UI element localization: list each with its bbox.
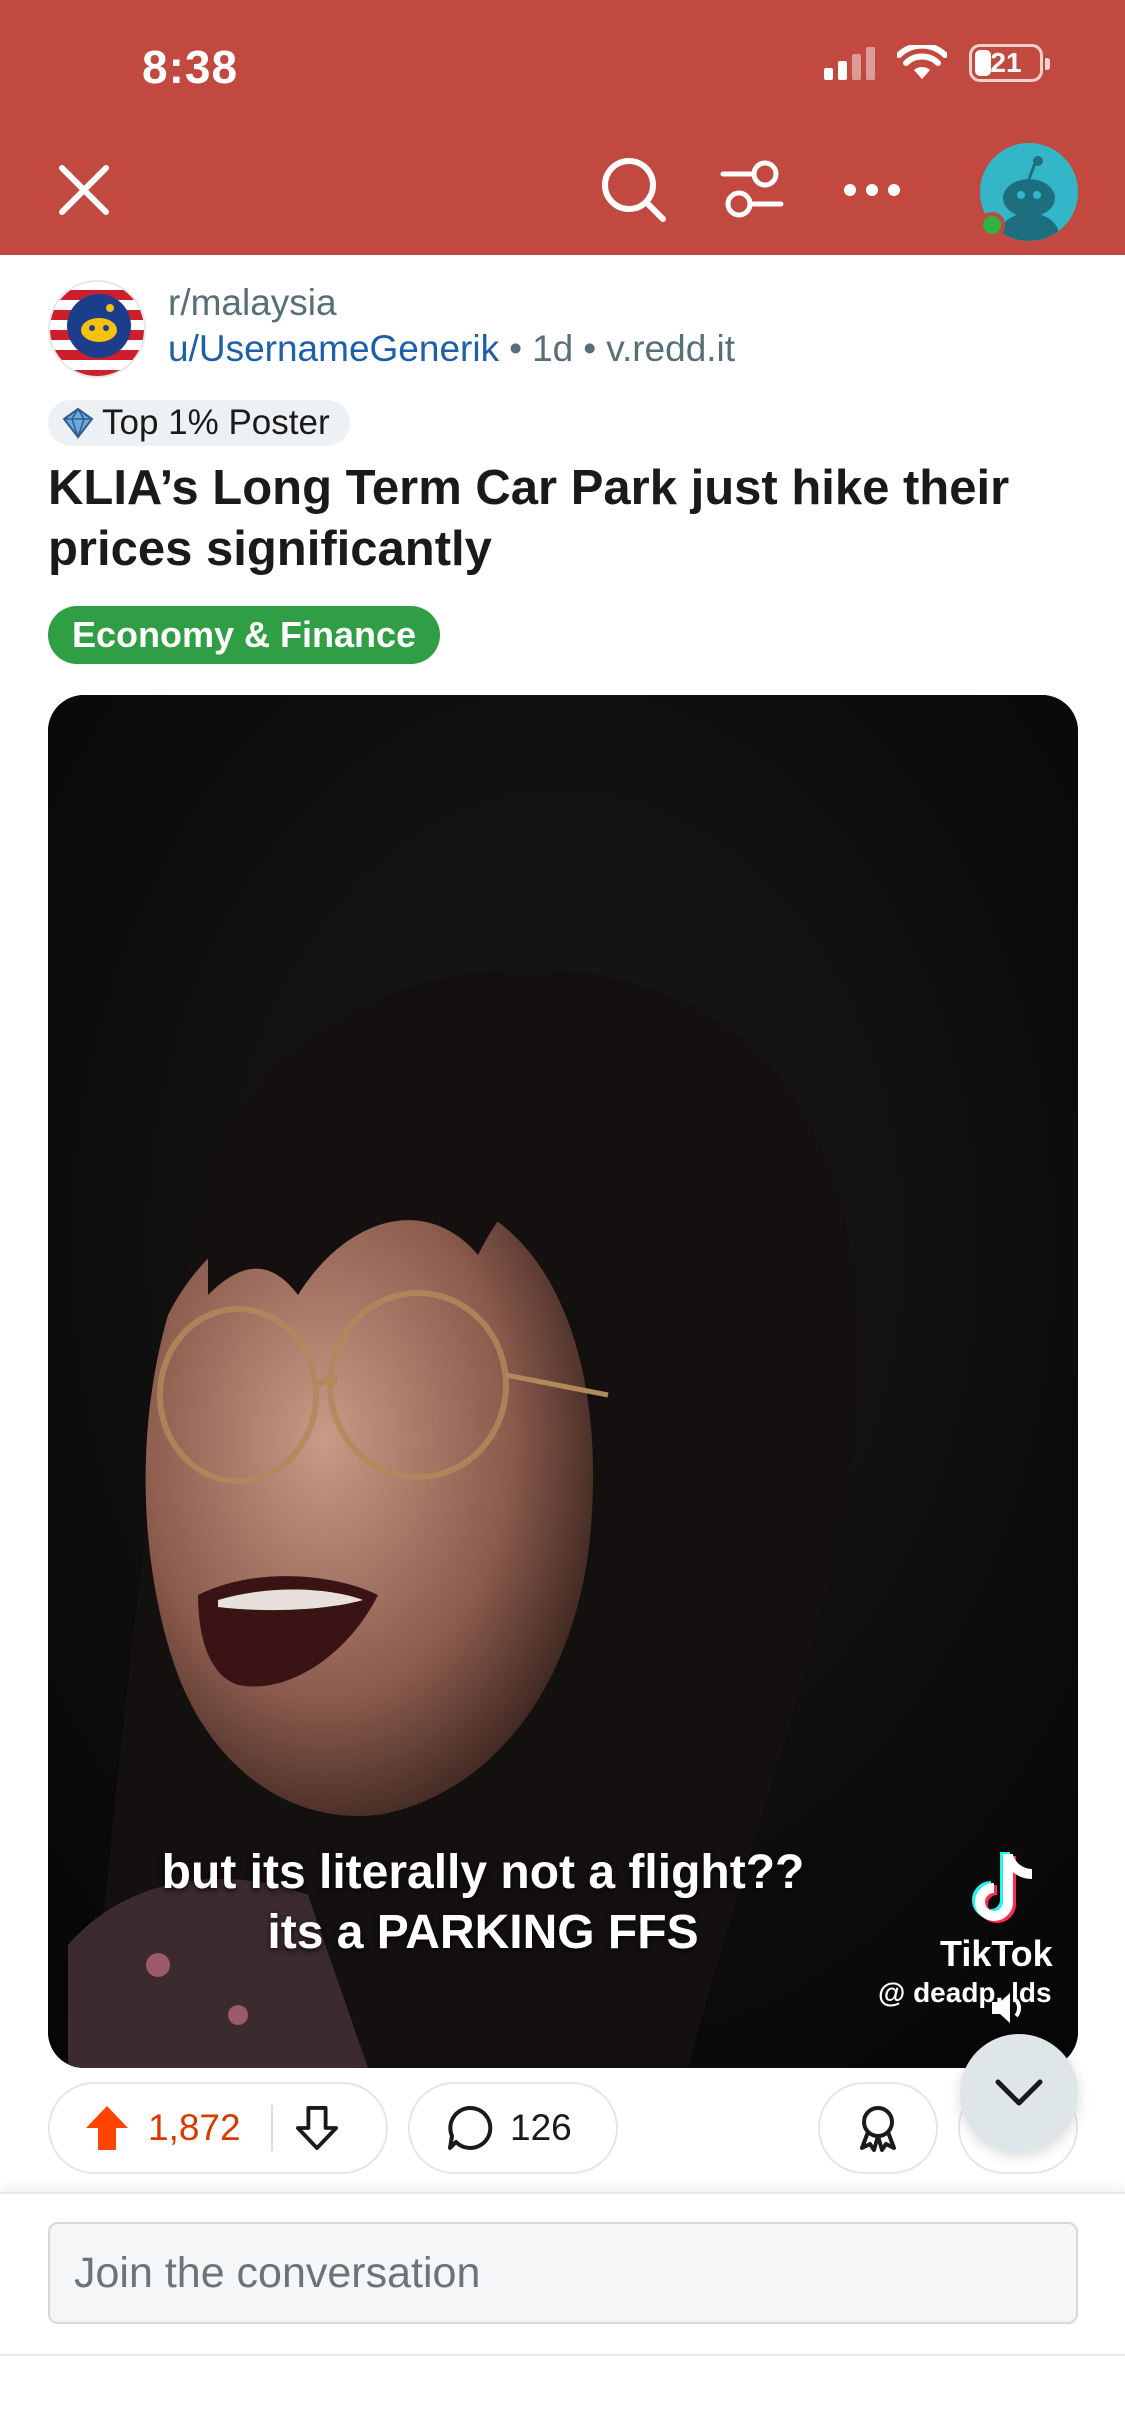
filter-icon <box>720 160 784 218</box>
post-meta: u/UsernameGenerik • 1d • v.redd.it <box>168 328 736 369</box>
battery-icon: 21 <box>969 44 1050 82</box>
status-icons: 21 <box>824 44 1050 82</box>
vote-divider <box>270 2105 273 2151</box>
author-link[interactable]: u/UsernameGenerik <box>168 328 499 369</box>
collapse-button[interactable] <box>960 2034 1078 2152</box>
malaysia-flag-icon <box>50 282 144 376</box>
downvote-icon[interactable] <box>295 2104 339 2152</box>
comments-button[interactable]: 126 <box>408 2082 618 2174</box>
top-poster-icon <box>62 407 94 439</box>
chevron-down-icon <box>995 2079 1043 2106</box>
cellular-signal-icon <box>824 46 875 80</box>
more-icon <box>844 184 900 196</box>
comment-input[interactable]: Join the conversation <box>48 2222 1078 2324</box>
badge-label: Top 1% Poster <box>102 403 330 442</box>
video-caption: but its literally not a flight?? its a P… <box>48 1843 918 1963</box>
battery-level: 21 <box>990 47 1022 78</box>
close-button[interactable] <box>42 148 126 232</box>
video-player[interactable]: but its literally not a flight?? its a P… <box>48 695 1078 2068</box>
caption-line-2: its a PARKING FFS <box>267 1906 699 1959</box>
online-status-dot <box>979 212 1005 238</box>
subreddit-icon[interactable] <box>48 280 146 378</box>
close-icon <box>59 165 109 215</box>
comment-icon <box>448 2105 493 2150</box>
upvote-icon[interactable] <box>84 2104 130 2152</box>
award-button[interactable] <box>818 2082 938 2174</box>
search-icon <box>602 158 666 222</box>
post-domain[interactable]: v.redd.it <box>606 328 735 369</box>
status-time: 8:38 <box>142 41 239 93</box>
award-icon <box>860 2106 896 2152</box>
achievement-badge[interactable]: Top 1% Poster <box>48 400 350 446</box>
comment-count: 126 <box>510 2107 572 2148</box>
wifi-icon <box>897 45 947 79</box>
divider <box>0 2354 1125 2356</box>
caption-line-1: but its literally not a flight?? <box>161 1846 805 1899</box>
tiktok-watermark: TikTok <box>940 1933 1053 1974</box>
volume-icon[interactable] <box>988 1990 1028 2026</box>
vote-control: 1,872 <box>48 2082 388 2174</box>
tiktok-logo-icon <box>972 1852 1033 1923</box>
filter-button[interactable] <box>710 148 794 232</box>
more-options-button[interactable] <box>830 148 914 232</box>
comment-compose-bar: Join the conversation <box>0 2192 1125 2436</box>
post-age: 1d <box>532 328 574 369</box>
top-bar: 8:38 21 <box>0 0 1125 255</box>
search-button[interactable] <box>592 148 676 232</box>
subreddit-name[interactable]: r/malaysia <box>168 282 337 324</box>
post-flair[interactable]: Economy & Finance <box>48 606 441 664</box>
post-title: KLIA’s Long Term Car Park just hike thei… <box>48 461 1010 576</box>
vote-count: 1,872 <box>148 2107 241 2148</box>
